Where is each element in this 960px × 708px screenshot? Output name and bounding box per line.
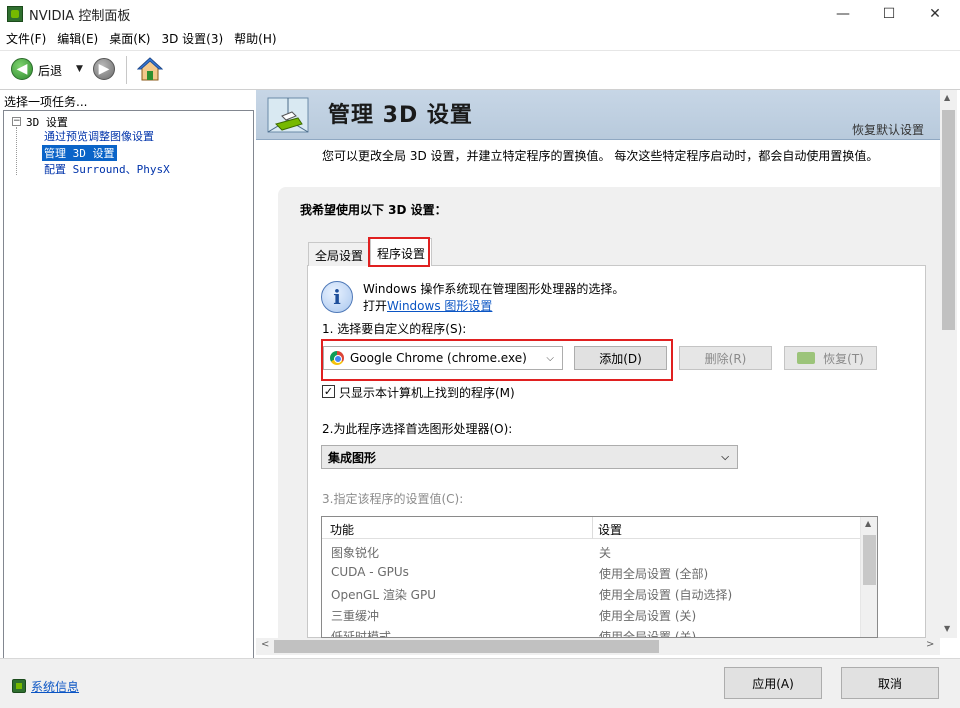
title-bar: NVIDIA 控制面板 — ☐ ✕ [0, 0, 960, 28]
highlight-box-tab [368, 237, 430, 267]
table-row[interactable]: 图象锐化 关 [322, 541, 860, 562]
column-header-setting[interactable]: 设置 [598, 521, 622, 538]
feature-cell: 图象锐化 [331, 546, 380, 560]
delete-program-button[interactable]: 删除(R) [679, 346, 772, 370]
table-scroll-thumb[interactable] [863, 535, 876, 585]
column-header-feature[interactable]: 功能 [330, 521, 354, 538]
scroll-right-icon[interactable]: > [926, 639, 934, 650]
cancel-button[interactable]: 取消 [841, 667, 939, 699]
feature-cell: 三重缓冲 [331, 609, 380, 623]
menu-file[interactable]: 文件(F) [6, 28, 51, 48]
show-only-checkbox[interactable]: ✓ [322, 385, 335, 398]
back-button-label[interactable]: 后退 [38, 62, 62, 79]
table-row[interactable]: CUDA - GPUs 使用全局设置 (全部) [322, 562, 860, 583]
table-row[interactable]: OpenGL 渲染 GPU 使用全局设置 (自动选择) [322, 583, 860, 604]
feature-cell: OpenGL 渲染 GPU [331, 588, 436, 602]
minimize-button[interactable]: — [820, 0, 866, 28]
table-row[interactable]: 三重缓冲 使用全局设置 (关) [322, 604, 860, 625]
setting-cell: 使用全局设置 (全部) [599, 567, 709, 581]
info-icon: i [321, 281, 353, 313]
forward-arrow-icon[interactable]: ▶ [93, 58, 115, 80]
chevron-down-icon: ⌵ [546, 353, 554, 364]
settings-table[interactable]: 功能 设置 图象锐化 关 CUDA - GPUs 使用全局设置 (全部) Ope… [321, 516, 878, 638]
chrome-icon [330, 351, 344, 365]
close-button[interactable]: ✕ [912, 0, 958, 28]
back-arrow-icon[interactable]: ◀ [11, 58, 33, 80]
horizontal-scroll-thumb[interactable] [274, 640, 659, 653]
tab-global-settings[interactable]: 全局设置 [308, 242, 371, 266]
gpu-select[interactable]: 集成图形 ⌵ [321, 445, 738, 469]
system-info-icon[interactable] [12, 679, 26, 693]
step1-label: 1. 选择要自定义的程序(S): [322, 322, 467, 336]
tree-item-manage-3d-settings[interactable]: 管理 3D 设置 [42, 145, 117, 161]
system-info-link[interactable]: 系统信息 [31, 678, 79, 695]
menu-desktop[interactable]: 桌面(K) [109, 28, 155, 48]
info-prefix: 打开 [363, 299, 388, 313]
setting-cell: 使用全局设置 (关) [599, 630, 697, 638]
setting-cell: 使用全局设置 (关) [599, 609, 697, 623]
page-description: 您可以更改全局 3D 设置，并建立特定程序的置换值。 每次这些特定程序启动时，都… [322, 149, 879, 163]
menu-3d-settings[interactable]: 3D 设置(3) [161, 28, 228, 48]
tree-item-configure-surround-physx[interactable]: 配置 Surround、PhysX [44, 161, 170, 177]
page-title: 管理 3D 设置 [328, 103, 473, 128]
apply-button[interactable]: 应用(A) [724, 667, 822, 699]
scroll-up-icon[interactable]: ▲ [944, 93, 950, 102]
column-divider[interactable] [592, 517, 593, 539]
task-tree: − 3D 设置 通过预览调整图像设置 管理 3D 设置 配置 Surround、… [3, 110, 254, 662]
info-message-line2: 打开Windows 图形设置 [363, 297, 492, 314]
scroll-left-icon[interactable]: < [261, 639, 269, 650]
horizontal-scrollbar[interactable]: < > [256, 638, 940, 655]
table-scrollbar[interactable]: ▲ [860, 517, 877, 637]
scroll-up-icon[interactable]: ▲ [865, 519, 871, 528]
3d-settings-icon [267, 97, 309, 133]
show-only-label[interactable]: 只显示本计算机上找到的程序(M) [339, 384, 515, 401]
vertical-scrollbar[interactable]: ▲ ▼ [940, 90, 957, 638]
vertical-scroll-thumb[interactable] [942, 110, 955, 330]
info-message: Windows 操作系统现在管理图形处理器的选择。 [363, 282, 625, 296]
back-dropdown-icon[interactable]: ▼ [76, 64, 83, 74]
chevron-down-icon: ⌵ [721, 452, 729, 463]
menu-bar: 文件(F) 编辑(E) 桌面(K) 3D 设置(3) 帮助(H) [0, 28, 960, 48]
feature-cell: 低延时模式 [331, 630, 392, 638]
task-pane-heading: 选择一项任务... [0, 90, 256, 110]
tree-guide-line [16, 127, 17, 175]
gpu-select-value: 集成图形 [328, 450, 377, 465]
step2-label: 2.为此程序选择首选图形处理器(O): [322, 422, 513, 436]
program-select[interactable]: Google Chrome (chrome.exe) ⌵ [323, 346, 563, 370]
window-title: NVIDIA 控制面板 [29, 9, 131, 24]
menu-edit[interactable]: 编辑(E) [57, 28, 103, 48]
setting-cell: 使用全局设置 (自动选择) [599, 588, 733, 602]
nvidia-app-icon [7, 6, 23, 22]
toolbar-separator [126, 56, 127, 84]
home-icon[interactable] [137, 56, 163, 82]
step3-label: 3.指定该程序的设置值(C): [322, 492, 464, 506]
panel-title: 我希望使用以下 3D 设置： [300, 203, 447, 217]
windows-graphics-settings-link[interactable]: Windows 图形设置 [387, 299, 492, 313]
tree-item-preview-image-settings[interactable]: 通过预览调整图像设置 [44, 128, 154, 144]
scroll-down-icon[interactable]: ▼ [944, 624, 950, 633]
setting-cell: 关 [599, 546, 612, 560]
program-select-value: Google Chrome (chrome.exe) [350, 351, 527, 365]
table-header: 功能 设置 [322, 517, 860, 539]
add-program-button[interactable]: 添加(D) [574, 346, 667, 370]
feature-cell: CUDA - GPUs [331, 565, 409, 579]
tree-collapse-icon[interactable]: − [12, 117, 21, 126]
restore-defaults-link[interactable]: 恢复默认设置 [852, 121, 924, 138]
restore-program-button[interactable]: 恢复(T) [784, 346, 877, 370]
maximize-button[interactable]: ☐ [866, 0, 912, 28]
nvidia-logo-icon [797, 352, 816, 364]
table-row[interactable]: 低延时模式 使用全局设置 (关) [322, 625, 860, 638]
restore-button-label: 恢复(T) [823, 351, 864, 366]
menu-help[interactable]: 帮助(H) [234, 28, 281, 48]
